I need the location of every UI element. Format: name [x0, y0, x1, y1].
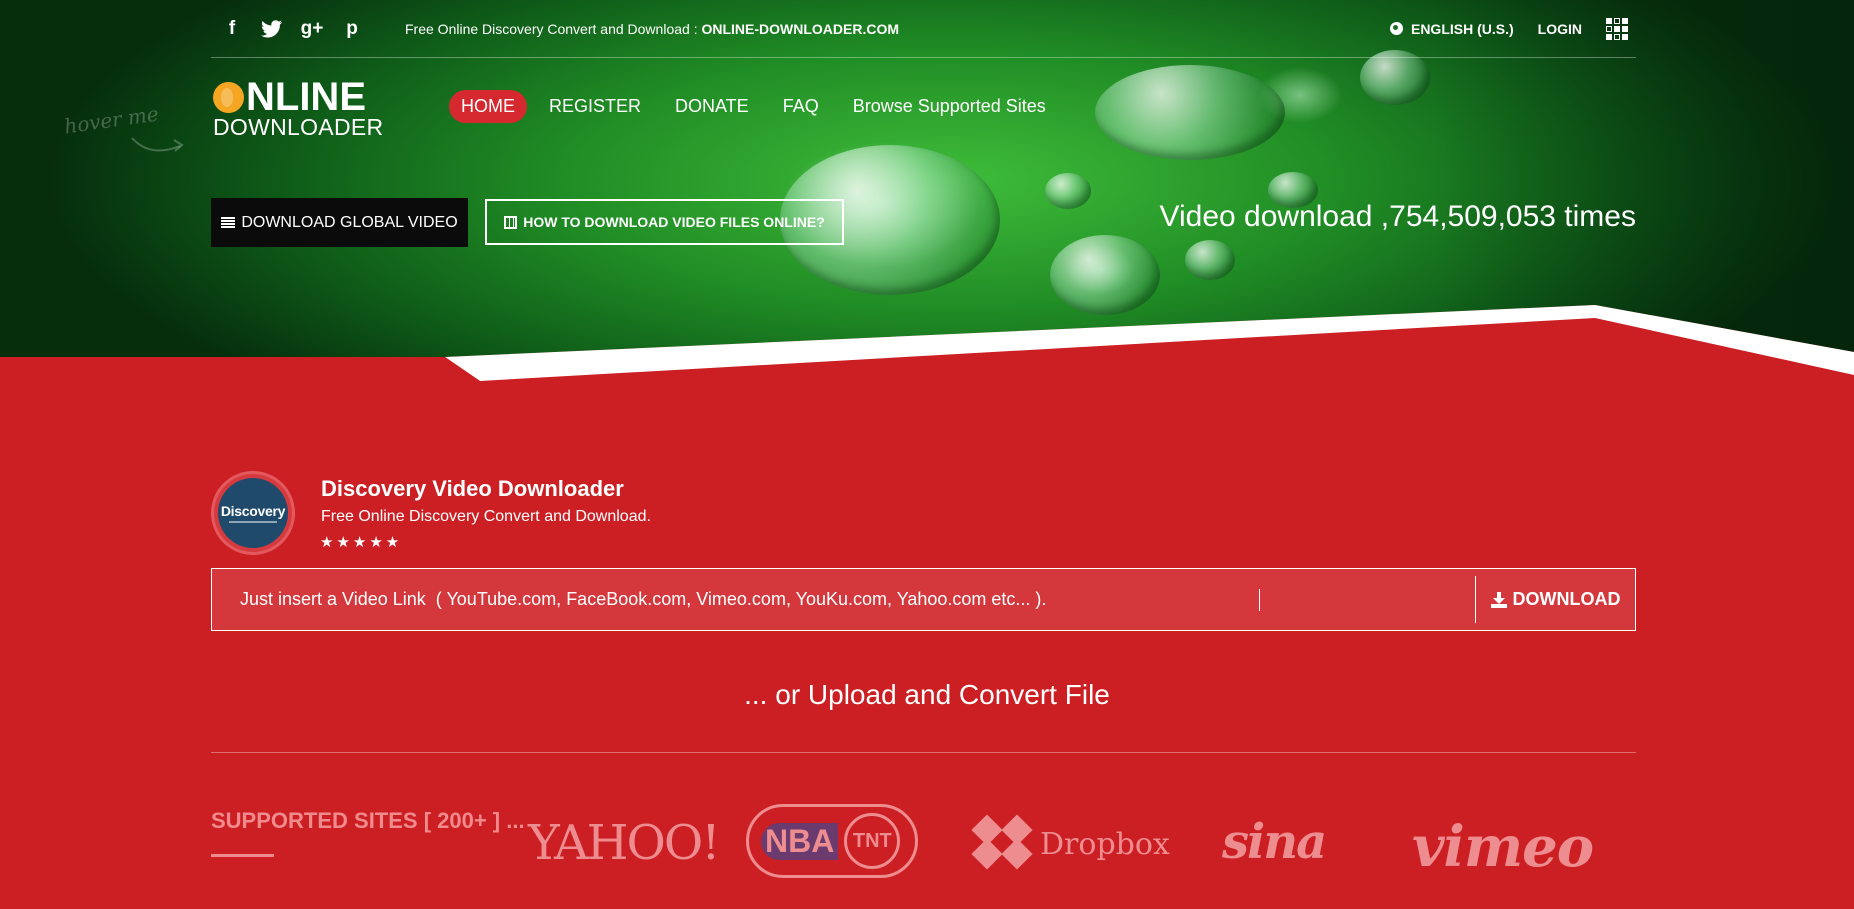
- water-drop: [1360, 50, 1430, 105]
- film-icon: [504, 215, 518, 229]
- text-cursor: [1259, 589, 1260, 611]
- supported-sites-label: SUPPORTED SITES [ 200+ ] ...: [211, 808, 525, 833]
- dropbox-icon: [970, 814, 1034, 873]
- rating-stars: ★★★★★: [320, 534, 403, 551]
- video-link-input[interactable]: [212, 569, 1475, 630]
- dropbox-logo[interactable]: Dropbox: [970, 814, 1170, 873]
- top-bar: f g+ p Free Online Discovery Convert and…: [211, 0, 1636, 58]
- twitter-icon[interactable]: [261, 18, 283, 40]
- google-plus-icon[interactable]: g+: [301, 18, 324, 40]
- downloader-title: Discovery Video Downloader: [321, 476, 624, 501]
- discovery-logo-text: Discovery: [220, 503, 286, 519]
- list-icon: [221, 216, 236, 229]
- how-to-download-button[interactable]: HOW TO DOWNLOAD VIDEO FILES ONLINE?: [485, 199, 844, 245]
- vimeo-logo[interactable]: vimeo: [1412, 814, 1594, 880]
- logo-o-circle: [213, 82, 244, 113]
- social-links: f g+ p: [221, 18, 363, 40]
- video-link-form: DOWNLOAD: [211, 568, 1636, 631]
- site-domain: ONLINE-DOWNLOADER.COM: [701, 20, 900, 37]
- nba-tnt-logo[interactable]: NBA TNT: [746, 804, 918, 878]
- water-drop: [1095, 65, 1285, 160]
- language-selector[interactable]: ENGLISH (U.S.): [1389, 21, 1514, 37]
- download-counter: Video download ,754,509,053 times: [1159, 200, 1636, 233]
- discovery-avatar: Discovery: [211, 471, 295, 555]
- site-logo[interactable]: NLINE DOWNLOADER: [213, 77, 388, 139]
- nav-faq[interactable]: FAQ: [771, 90, 831, 123]
- divider: [211, 752, 1636, 753]
- download-icon: [1490, 591, 1507, 608]
- yahoo-logo[interactable]: YAHOO!: [528, 815, 720, 871]
- main-nav: HOME REGISTER DONATE FAQ Browse Supporte…: [449, 90, 1058, 123]
- water-drop: [1050, 235, 1160, 315]
- site-tagline: Free Online Discovery Convert and Downlo…: [405, 20, 900, 37]
- nav-browse-supported-sites[interactable]: Browse Supported Sites: [841, 90, 1058, 123]
- qr-code-icon[interactable]: [1606, 17, 1628, 40]
- water-drop: [1185, 240, 1235, 280]
- hover-arrow-icon: [131, 137, 184, 152]
- download-button[interactable]: DOWNLOAD: [1475, 576, 1635, 623]
- supported-sites-underline: [211, 854, 274, 857]
- nav-donate[interactable]: DONATE: [663, 90, 761, 123]
- download-global-video-button[interactable]: DOWNLOAD GLOBAL VIDEO: [211, 198, 468, 247]
- nav-home[interactable]: HOME: [449, 90, 527, 123]
- globe-icon: [1389, 22, 1403, 35]
- facebook-icon[interactable]: f: [221, 18, 243, 40]
- top-right-links: ENGLISH (U.S.) LOGIN: [1389, 17, 1636, 40]
- upload-convert-link[interactable]: ... or Upload and Convert File: [0, 679, 1854, 711]
- downloader-description: Free Online Discovery Convert and Downlo…: [321, 508, 651, 525]
- pinterest-icon[interactable]: p: [341, 18, 363, 40]
- login-link[interactable]: LOGIN: [1538, 21, 1582, 37]
- sina-logo[interactable]: sina: [1222, 814, 1327, 870]
- water-drop: [1045, 173, 1091, 209]
- nav-register[interactable]: REGISTER: [537, 90, 653, 123]
